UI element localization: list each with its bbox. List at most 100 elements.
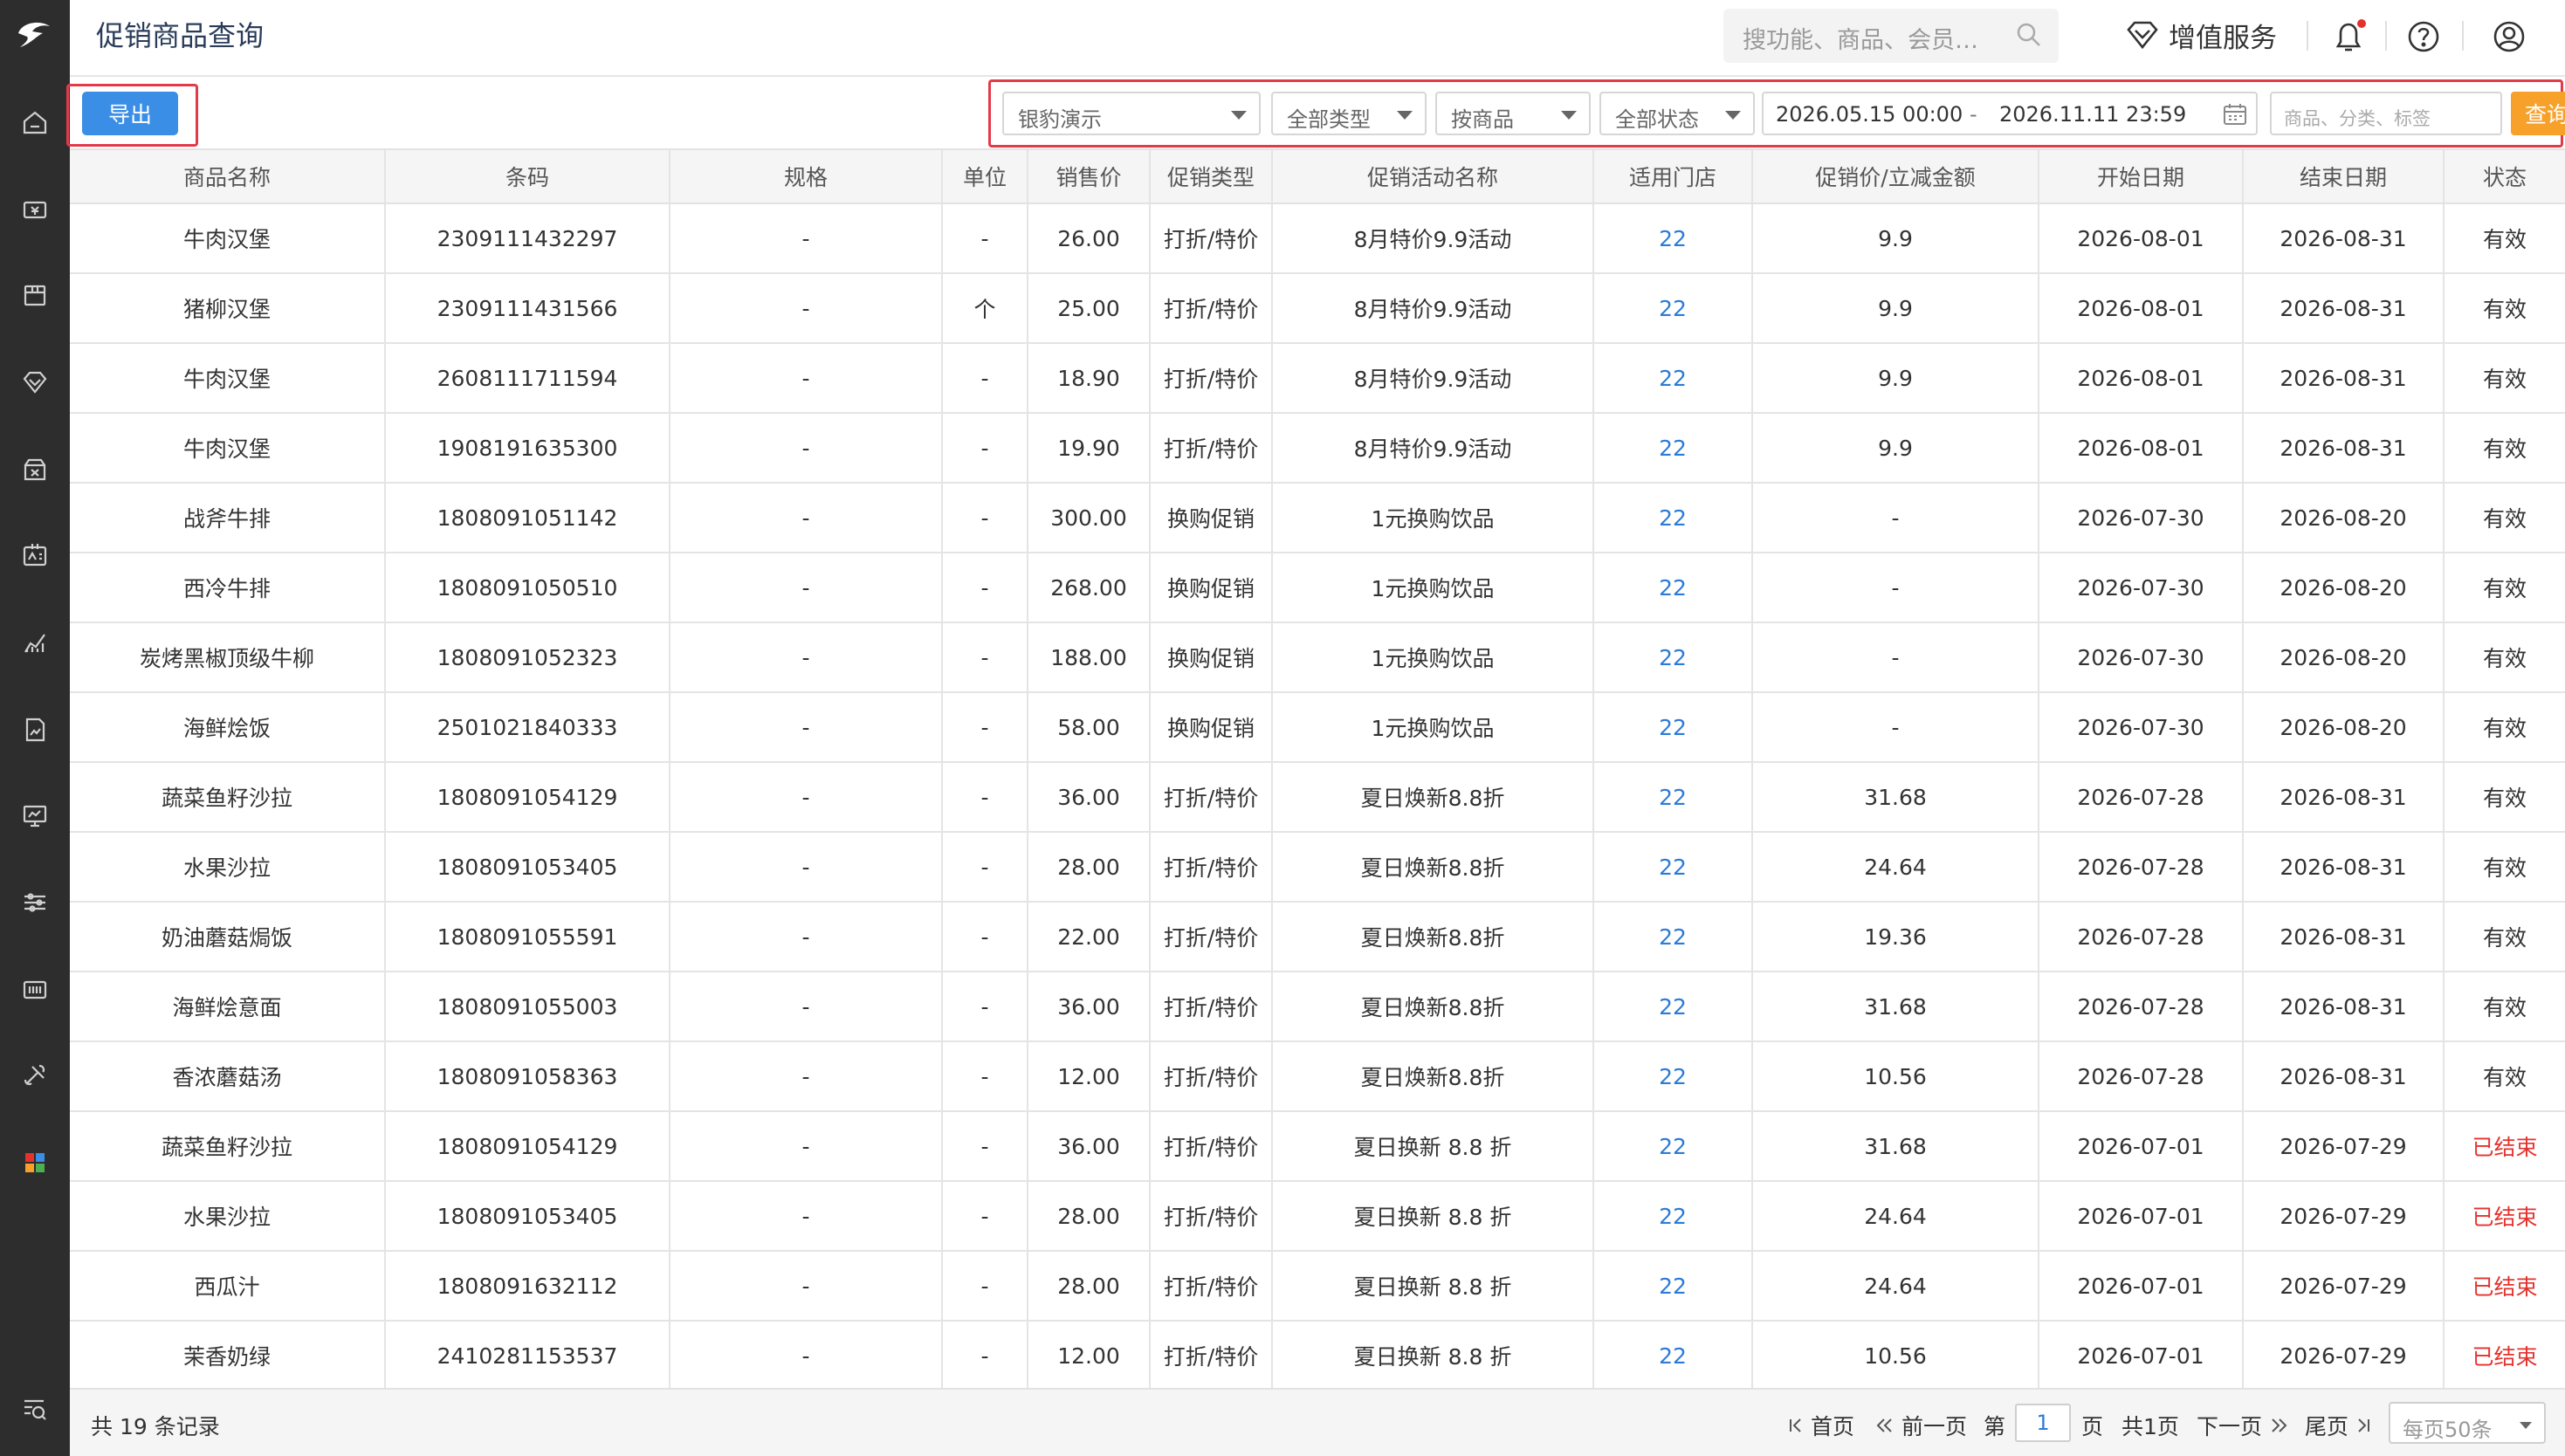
cell-stores[interactable]: 22 (1594, 623, 1753, 691)
col-spec: 规格 (670, 150, 943, 203)
export-button[interactable]: 导出 (82, 92, 178, 135)
last-page-button[interactable]: 尾页 (2305, 1410, 2371, 1441)
cell-sale-price: 28.00 (1028, 1182, 1151, 1250)
monitor-icon[interactable] (0, 789, 70, 841)
cell-end-date: 2026-08-31 (2244, 972, 2445, 1040)
chevron-down-icon (1397, 111, 1413, 120)
table-row[interactable]: 战斧牛排 1808091051142- -300.00 换购促销 1元换购饮品 22-20… (70, 484, 2565, 553)
cell-stores[interactable]: 22 (1594, 693, 1753, 761)
cell-status: 有效 (2482, 297, 2527, 322)
global-search-input[interactable]: 搜功能、商品、会员… (1723, 9, 2059, 63)
product-box-icon[interactable] (0, 269, 70, 321)
cell-stores[interactable]: 22 (1594, 833, 1753, 901)
cell-stores[interactable]: 22 (1594, 484, 1753, 552)
user-icon[interactable] (2486, 14, 2532, 59)
page-title: 促销商品查询 (96, 19, 265, 52)
cell-status: 有效 (2482, 506, 2527, 532)
diamond-icon[interactable] (0, 356, 70, 409)
cell-stores[interactable]: 22 (1594, 1182, 1753, 1250)
cashier-icon[interactable] (0, 183, 70, 236)
table-row[interactable]: 蔬菜鱼籽沙拉 1808091054129- -36.00 打折/特价 夏日换新 8.8 … (70, 1112, 2565, 1182)
keyword-input[interactable]: 商品、分类、标签 (2270, 92, 2502, 135)
table-row[interactable]: 茉香奶绿 2410281153537- -12.00 打折/特价 夏日换新 8.8 折2… (70, 1322, 2565, 1391)
cell-spec: - (670, 693, 943, 761)
cell-start-date: 2026-07-30 (2039, 623, 2244, 691)
logo-icon[interactable] (0, 0, 70, 70)
cell-status: 有效 (2482, 227, 2527, 252)
cell-promo-price: 10.56 (1753, 1042, 2039, 1110)
date-end[interactable]: 2026.11.11 23:59 (1999, 102, 2186, 127)
scope-select[interactable]: 按商品 (1435, 92, 1591, 135)
notification-dot (2357, 19, 2366, 28)
cell-status: 有效 (2482, 576, 2527, 601)
first-page-button[interactable]: 首页 (1788, 1410, 1854, 1441)
date-range-picker[interactable]: 2026.05.15 00:00 - 2026.11.11 23:59 (1762, 92, 2258, 135)
calendar-icon[interactable] (2223, 103, 2247, 126)
table-row[interactable]: 水果沙拉 1808091053405- -28.00 打折/特价 夏日焕新8.8折 22 2… (70, 833, 2565, 903)
page-prefix: 第 (1984, 1414, 2006, 1439)
report-icon[interactable] (0, 704, 70, 756)
status-select[interactable]: 全部状态 (1599, 92, 1755, 135)
cell-sale-price: 36.00 (1028, 972, 1151, 1040)
table-row[interactable]: 香浓蘑菇汤 1808091058363- -12.00 打折/特价 夏日焕新8.8折 22… (70, 1042, 2565, 1112)
help-icon[interactable] (2401, 14, 2446, 59)
cell-stores[interactable]: 22 (1594, 972, 1753, 1040)
col-status: 状态 (2482, 165, 2527, 190)
table-row[interactable]: 炭烤黑椒顶级牛柳 1808091052323- -188.00 换购促销 1元换购饮品 2… (70, 623, 2565, 693)
table-row[interactable]: 水果沙拉 1808091053405- -28.00 打折/特价 夏日换新 8.8 折2… (70, 1182, 2565, 1252)
search-icon[interactable] (2015, 21, 2043, 52)
cell-stores[interactable]: 22 (1594, 763, 1753, 831)
cell-stores[interactable]: 22 (1594, 204, 1753, 272)
store-select[interactable]: 银豹演示 (1002, 92, 1261, 135)
table-row[interactable]: 猪柳汉堡 2309111431566- 个 25.00 打折/特价 8月特价9.9活动 22… (70, 274, 2565, 344)
prev-page-button[interactable]: 前一页 (1875, 1410, 1967, 1441)
cell-stores[interactable]: 22 (1594, 274, 1753, 342)
page-number-input[interactable]: 1 (2015, 1404, 2071, 1442)
table-row[interactable]: 海鲜烩饭 2501021840333- -58.00 换购促销 1元换购饮品 22-202… (70, 693, 2565, 763)
cell-barcode: 1808091055591 (386, 903, 670, 971)
cell-product-name: 奶油蘑菇焗饭 (70, 903, 386, 971)
table-row[interactable]: 西瓜汁 1808091632112- -28.00 打折/特价 夏日换新 8.8 折 22… (70, 1252, 2565, 1322)
cell-promo-name: 1元换购饮品 (1273, 484, 1594, 552)
terminal-icon[interactable] (0, 964, 70, 1016)
cell-stores[interactable]: 22 (1594, 1322, 1753, 1390)
cell-end-date: 2026-07-29 (2244, 1252, 2445, 1320)
type-select[interactable]: 全部类型 (1271, 92, 1427, 135)
query-button[interactable]: 查询 (2511, 92, 2565, 135)
cell-promo-price: 24.64 (1753, 1252, 2039, 1320)
cell-sale-price: 300.00 (1028, 484, 1151, 552)
bell-icon[interactable] (2326, 14, 2371, 59)
cell-product-name: 战斧牛排 (70, 484, 386, 552)
cell-stores[interactable]: 22 (1594, 553, 1753, 622)
cell-spec: - (670, 833, 943, 901)
promotion-icon[interactable] (0, 443, 70, 496)
page-size-select[interactable]: 每页50条 (2389, 1402, 2546, 1444)
table-row[interactable]: 牛肉汉堡 2309111432297- -26.00 打折/特价 8月特价9.9活动 22… (70, 204, 2565, 274)
table-row[interactable]: 西冷牛排 1808091050510- -268.00 换购促销 1元换购饮品 22-20… (70, 553, 2565, 623)
table-row[interactable]: 奶油蘑菇焗饭 1808091055591- -22.00 打折/特价 夏日焕新8.8折 2… (70, 903, 2565, 972)
cell-promo-type: 打折/特价 (1151, 344, 1273, 412)
tools-icon[interactable] (0, 1049, 70, 1102)
cell-stores[interactable]: 22 (1594, 1042, 1753, 1110)
apps-icon[interactable] (0, 1137, 70, 1189)
home-icon[interactable] (0, 96, 70, 148)
member-card-icon[interactable] (0, 529, 70, 581)
cell-spec: - (670, 414, 943, 482)
value-added-service-button[interactable]: 增值服务 (2125, 14, 2277, 56)
settings-sliders-icon[interactable] (0, 876, 70, 929)
table-row[interactable]: 蔬菜鱼籽沙拉 1808091054129- -36.00 打折/特价 夏日焕新8.8折 2… (70, 763, 2565, 833)
table-row[interactable]: 牛肉汉堡 2608111711594- -18.90 打折/特价 8月特价9.9活动 22… (70, 344, 2565, 414)
search-list-icon[interactable] (0, 1383, 70, 1435)
next-page-button[interactable]: 下一页 (2197, 1410, 2288, 1441)
cell-stores[interactable]: 22 (1594, 1112, 1753, 1180)
chart-icon[interactable] (0, 616, 70, 669)
date-start[interactable]: 2026.05.15 00:00 (1776, 102, 1963, 127)
cell-stores[interactable]: 22 (1594, 344, 1753, 412)
cell-stores[interactable]: 22 (1594, 414, 1753, 482)
table-row[interactable]: 牛肉汉堡 1908191635300- -19.90 打折/特价 8月特价9.9活动 22… (70, 414, 2565, 484)
cell-start-date: 2026-07-01 (2039, 1112, 2244, 1180)
cell-stores[interactable]: 22 (1594, 903, 1753, 971)
cell-stores[interactable]: 22 (1594, 1252, 1753, 1320)
cell-promo-price: - (1753, 553, 2039, 622)
table-row[interactable]: 海鲜烩意面 1808091055003- -36.00 打折/特价 夏日焕新8.8折 22… (70, 972, 2565, 1042)
